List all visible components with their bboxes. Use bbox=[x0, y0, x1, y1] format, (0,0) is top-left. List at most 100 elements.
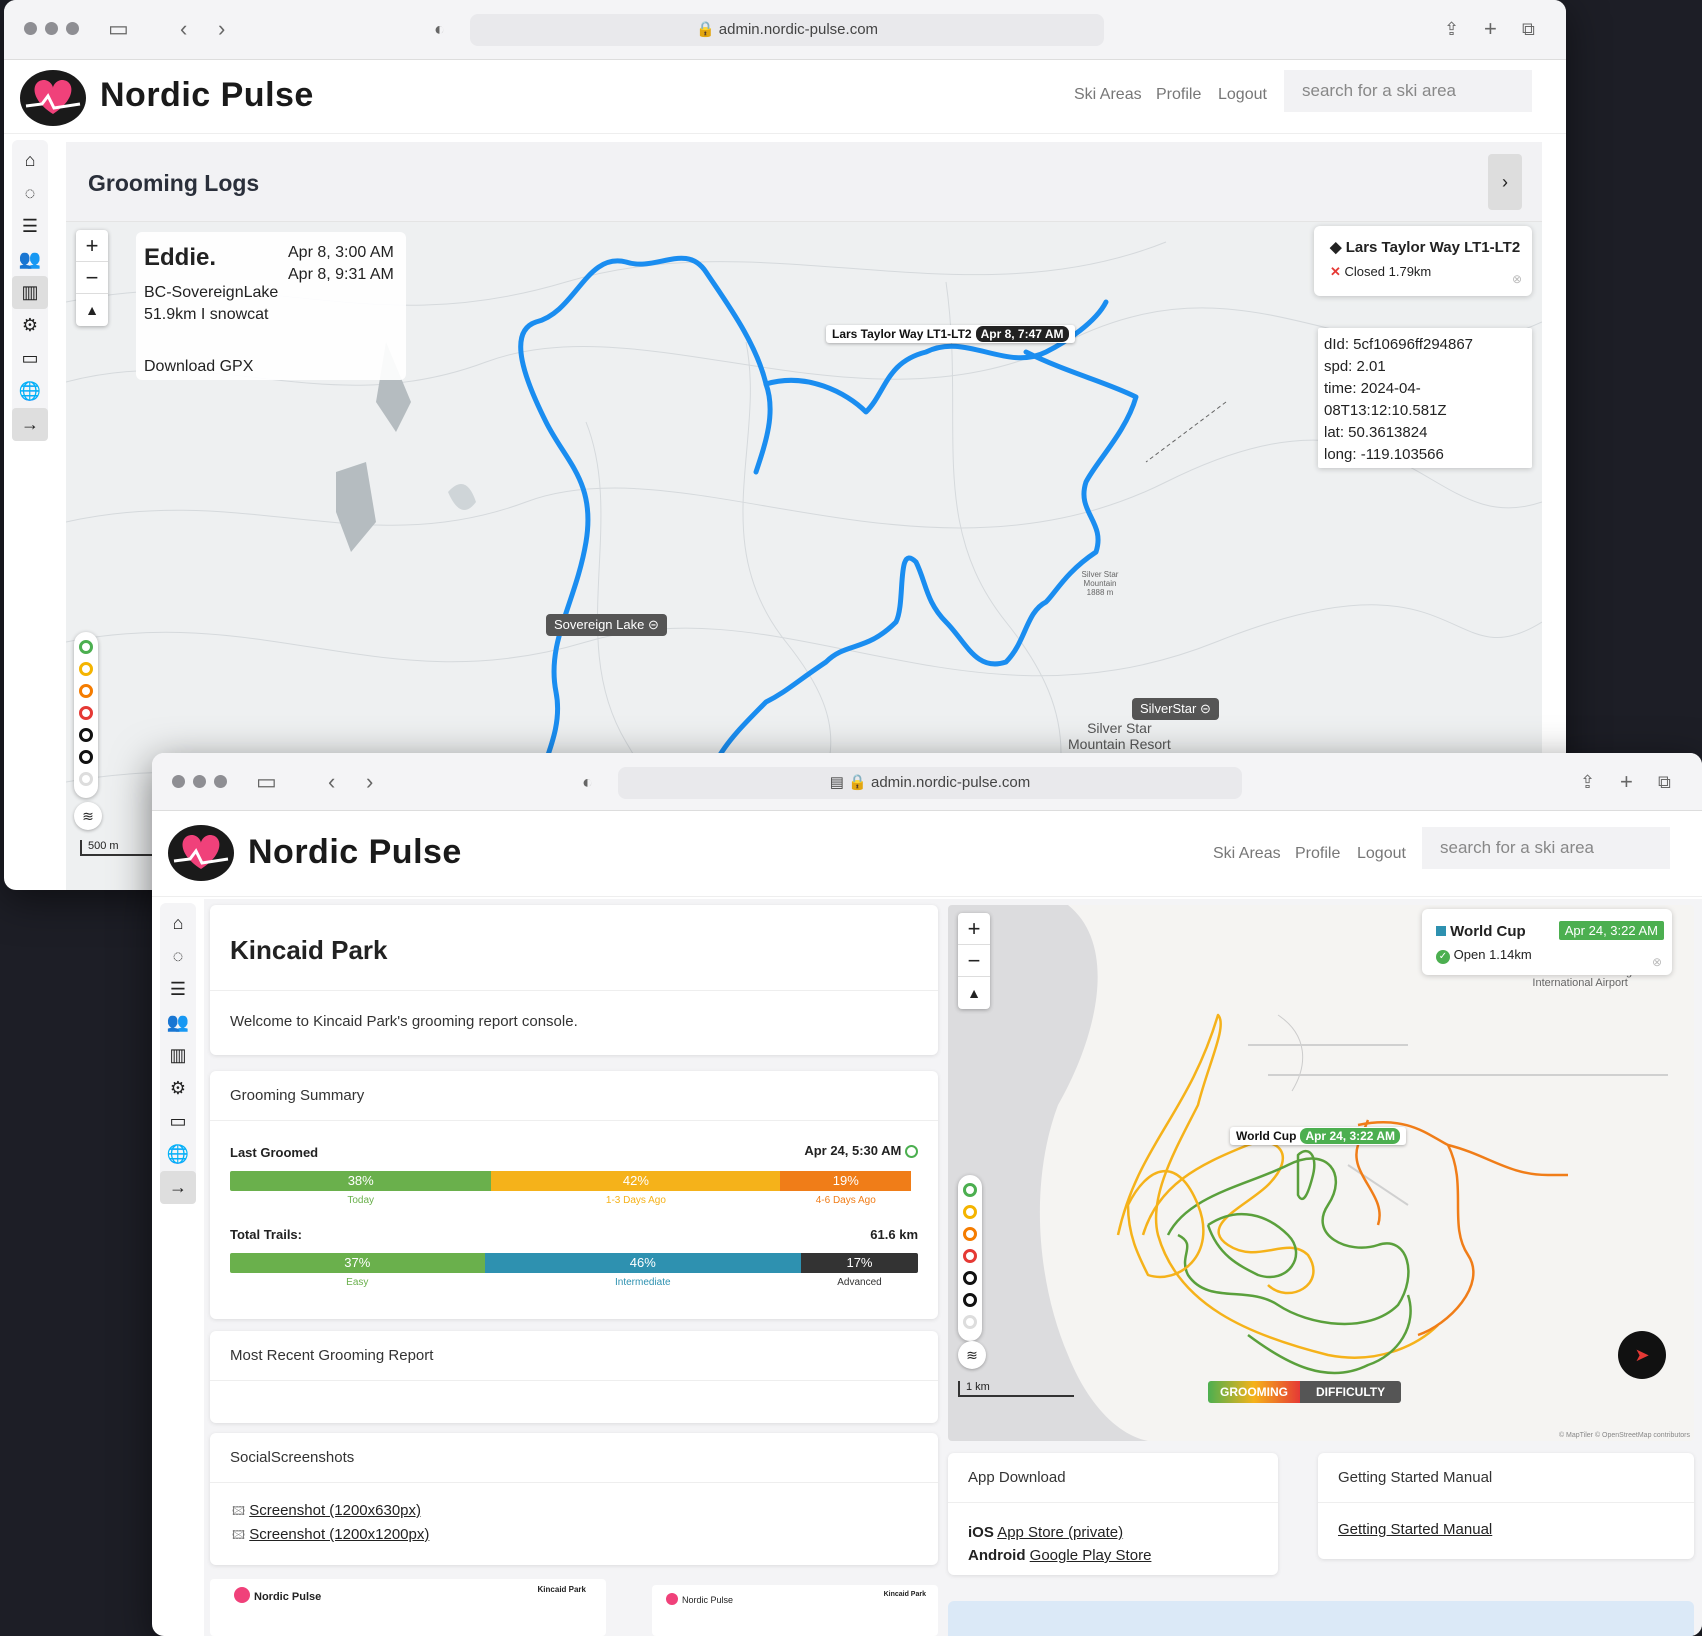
place-label-sovereign-lake[interactable]: Sovereign Lake ⊝ bbox=[546, 614, 667, 636]
trail-time-label[interactable]: Lars Taylor Way LT1-LT2 Apr 8, 7:47 AM bbox=[826, 325, 1075, 343]
legend-closed[interactable] bbox=[963, 1271, 977, 1285]
nav-logout[interactable]: Logout bbox=[1357, 845, 1406, 863]
home-icon[interactable]: ⌂ bbox=[12, 144, 48, 177]
difficulty-toggle[interactable]: DIFFICULTY bbox=[1300, 1381, 1402, 1403]
legend-4-6-days[interactable] bbox=[963, 1227, 977, 1241]
globe-icon[interactable]: 🌐 bbox=[160, 1138, 196, 1171]
legend-other[interactable] bbox=[79, 750, 93, 764]
brand-name[interactable]: Nordic Pulse bbox=[248, 833, 462, 872]
legend-none[interactable] bbox=[963, 1315, 977, 1329]
nav-ski-areas[interactable]: Ski Areas bbox=[1074, 86, 1142, 104]
new-tab-icon[interactable]: + bbox=[1620, 769, 1633, 795]
nordic-pulse-logo[interactable] bbox=[18, 68, 88, 128]
popup-close-icon[interactable]: ⊗ bbox=[1512, 272, 1522, 286]
window-controls[interactable] bbox=[172, 775, 235, 793]
kincaid-map[interactable]: + − ▲ Ted Stevens AnchorageInternational… bbox=[948, 905, 1694, 1441]
bar-caption: 1-3 Days Ago bbox=[605, 1195, 666, 1206]
window-controls[interactable] bbox=[24, 22, 87, 40]
share-icon[interactable]: ⇪ bbox=[1444, 16, 1459, 42]
legend-7plus-days[interactable] bbox=[79, 706, 93, 720]
screenshot-link-2[interactable]: 🖾 Screenshot (1200x1200px) bbox=[232, 1523, 429, 1547]
trail-time-label[interactable]: World Cup Apr 24, 3:22 AM bbox=[1230, 1127, 1407, 1145]
screen-icon[interactable]: ▭ bbox=[160, 1105, 196, 1138]
manual-link[interactable]: Getting Started Manual bbox=[1338, 1521, 1492, 1538]
popup-close-icon[interactable]: ⊗ bbox=[1652, 955, 1662, 969]
peak-label: Silver Star Mountain 1888 m bbox=[1081, 570, 1119, 597]
reader-icon[interactable]: ▤ bbox=[830, 774, 844, 791]
nav-profile[interactable]: Profile bbox=[1156, 86, 1201, 104]
screenshot-thumbnail-1[interactable]: Nordic Pulse Kincaid Park bbox=[210, 1579, 606, 1636]
tabs-overview-icon[interactable]: ⧉ bbox=[1522, 16, 1535, 42]
legend-other[interactable] bbox=[963, 1293, 977, 1307]
zoom-in-button[interactable]: + bbox=[76, 230, 108, 262]
sidebar-toggle-icon[interactable]: ▭ bbox=[108, 16, 129, 42]
list-icon[interactable]: ☰ bbox=[12, 210, 48, 243]
sidebar-toggle-icon[interactable]: ▭ bbox=[256, 769, 277, 795]
chat-icon[interactable]: ◌ bbox=[160, 940, 196, 973]
google-play-link[interactable]: Google Play Store bbox=[1030, 1547, 1152, 1564]
nordic-pulse-logo[interactable] bbox=[166, 823, 236, 883]
zoom-out-button[interactable]: − bbox=[958, 945, 990, 977]
legend-1-3-days[interactable] bbox=[963, 1205, 977, 1219]
screenshot-link-1[interactable]: 🖾 Screenshot (1200x630px) bbox=[232, 1499, 429, 1523]
gear-icon[interactable]: ⚙ bbox=[12, 309, 48, 342]
compass-icon[interactable]: ▲ bbox=[958, 977, 990, 1009]
address-bar[interactable]: ▤ 🔒 admin.nordic-pulse.com bbox=[618, 767, 1242, 799]
brand-name[interactable]: Nordic Pulse bbox=[100, 76, 314, 115]
app-download-panel: App Download iOS App Store (private) And… bbox=[948, 1453, 1278, 1575]
screenshot-1200x630-link[interactable]: Screenshot (1200x630px) bbox=[249, 1502, 421, 1519]
address-bar[interactable]: 🔒 admin.nordic-pulse.com bbox=[470, 14, 1104, 46]
home-icon[interactable]: ⌂ bbox=[160, 907, 196, 940]
arrow-right-icon[interactable]: → bbox=[160, 1171, 196, 1204]
arrow-right-icon[interactable]: → bbox=[12, 408, 48, 441]
map-scale: 500 m bbox=[80, 840, 160, 856]
legend-1-3-days[interactable] bbox=[79, 662, 93, 676]
legend-today[interactable] bbox=[963, 1183, 977, 1197]
forward-icon[interactable]: › bbox=[366, 769, 373, 795]
nav-profile[interactable]: Profile bbox=[1295, 845, 1340, 863]
nav-ski-areas[interactable]: Ski Areas bbox=[1213, 845, 1281, 863]
screenshot-thumbnail-2[interactable]: Nordic Pulse Kincaid Park bbox=[652, 1585, 938, 1636]
download-gpx-link[interactable]: Download GPX bbox=[144, 358, 253, 376]
globe-icon[interactable]: 🌐 bbox=[12, 375, 48, 408]
users-icon[interactable]: 👥 bbox=[12, 243, 48, 276]
nav-logout[interactable]: Logout bbox=[1218, 86, 1267, 104]
closed-x-icon: ✕ bbox=[1330, 264, 1341, 279]
users-icon[interactable]: 👥 bbox=[160, 1006, 196, 1039]
thumb-park-2: Kincaid Park bbox=[883, 1591, 926, 1598]
screen-icon[interactable]: ▭ bbox=[12, 342, 48, 375]
legend-today[interactable] bbox=[79, 640, 93, 654]
search-input[interactable]: search for a ski area bbox=[1284, 70, 1532, 112]
new-tab-icon[interactable]: + bbox=[1484, 16, 1497, 42]
layers-icon[interactable]: ≋ bbox=[958, 1341, 986, 1369]
place-label-silverstar[interactable]: SilverStar ⊝ bbox=[1132, 698, 1219, 720]
gear-icon[interactable]: ⚙ bbox=[160, 1072, 196, 1105]
bar-segment: 42% bbox=[491, 1171, 781, 1191]
search-input[interactable]: search for a ski area bbox=[1422, 827, 1670, 869]
back-icon[interactable]: ‹ bbox=[328, 769, 335, 795]
chart-icon[interactable]: ▥ bbox=[12, 276, 48, 309]
legend-closed[interactable] bbox=[79, 728, 93, 742]
front-browser-window: ▭ ‹ › ◐ ▤ 🔒 admin.nordic-pulse.com ⇪ + ⧉… bbox=[152, 753, 1702, 1636]
share-icon[interactable]: ⇪ bbox=[1580, 769, 1595, 795]
chevron-right-icon[interactable]: › bbox=[1488, 154, 1522, 210]
legend-4-6-days[interactable] bbox=[79, 684, 93, 698]
grooming-toggle[interactable]: GROOMING bbox=[1208, 1381, 1300, 1403]
chat-icon[interactable]: ◌ bbox=[12, 177, 48, 210]
list-icon[interactable]: ☰ bbox=[160, 973, 196, 1006]
log-area: BC-SovereignLake bbox=[144, 284, 279, 301]
zoom-out-button[interactable]: − bbox=[76, 262, 108, 294]
legend-7plus-days[interactable] bbox=[963, 1249, 977, 1263]
forward-icon[interactable]: › bbox=[218, 16, 225, 42]
legend-none[interactable] bbox=[79, 772, 93, 786]
app-store-link[interactable]: App Store (private) bbox=[997, 1524, 1123, 1541]
log-end-time: Apr 8, 9:31 AM bbox=[288, 266, 394, 283]
back-icon[interactable]: ‹ bbox=[180, 16, 187, 42]
tabs-overview-icon[interactable]: ⧉ bbox=[1658, 769, 1671, 795]
chart-icon[interactable]: ▥ bbox=[160, 1039, 196, 1072]
screenshot-1200x1200-link[interactable]: Screenshot (1200x1200px) bbox=[249, 1526, 429, 1543]
layers-icon[interactable]: ≋ bbox=[74, 802, 102, 830]
zoom-in-button[interactable]: + bbox=[958, 913, 990, 945]
compass-icon[interactable]: ▲ bbox=[76, 294, 108, 326]
locate-icon[interactable]: ➤ bbox=[1618, 1331, 1666, 1379]
